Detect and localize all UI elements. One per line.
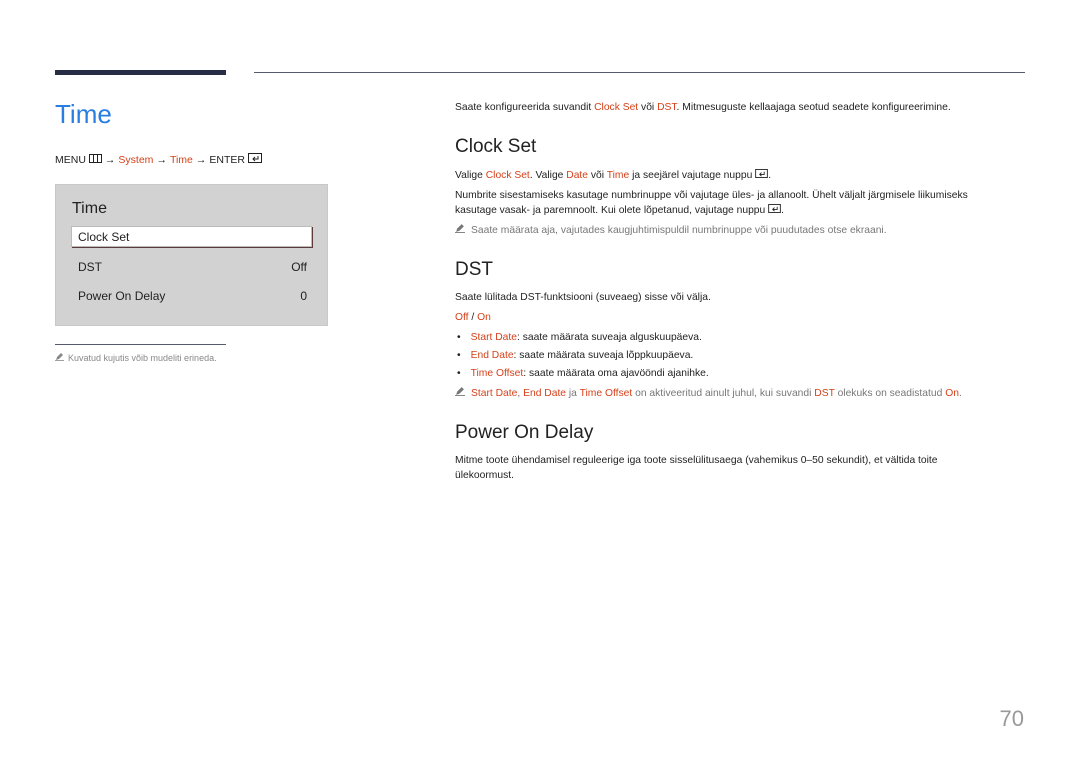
heading-clock-set: Clock Set bbox=[455, 136, 537, 157]
list-item: • Time Offset: saate määrata oma ajavöön… bbox=[457, 367, 709, 385]
note-text: Saate määrata aja, vajutades kaugjuhtimi… bbox=[471, 224, 887, 236]
bullet-icon: • bbox=[457, 368, 461, 379]
dst-bullet-list: • Start Date: saate määrata suveaja algu… bbox=[457, 331, 709, 385]
text: Saate konfigureerida suvandit bbox=[455, 102, 595, 113]
term: End Date bbox=[470, 350, 514, 361]
osd-item-dst[interactable]: DST Off bbox=[72, 256, 313, 277]
page-number: 70 bbox=[999, 706, 1024, 731]
arrow: → bbox=[156, 153, 167, 166]
separator: / bbox=[468, 312, 478, 323]
enter-icon bbox=[247, 153, 262, 166]
arrow: → bbox=[104, 153, 116, 166]
menu-path-time: Time bbox=[169, 153, 193, 166]
text: Numbrite sisestamiseks kasutage numbrinu… bbox=[455, 190, 968, 201]
menu-path-system: System bbox=[118, 153, 154, 166]
intro-paragraph: Saate konfigureerida suvandit Clock Set … bbox=[455, 101, 951, 116]
term-dst: DST bbox=[657, 102, 677, 113]
text: või bbox=[638, 102, 658, 113]
clock-set-paragraph: Numbrite sisestamiseks kasutage numbrinu… bbox=[455, 189, 1030, 218]
osd-item-clock-set[interactable]: Clock Set bbox=[71, 226, 312, 247]
text-line: kasutage vasak- ja paremnoolt. Kui olete… bbox=[455, 203, 1030, 219]
osd-item-value: 0 bbox=[300, 288, 307, 303]
header-rule bbox=[254, 72, 1025, 73]
term: Start Date bbox=[471, 387, 518, 399]
text: : saate määrata suveaja lõppkuupäeva. bbox=[513, 350, 694, 361]
text: on aktiveeritud ainult juhul, kui suvand… bbox=[632, 387, 815, 399]
osd-item-value: Off bbox=[291, 259, 307, 274]
text: ja bbox=[566, 387, 580, 399]
text: : saate määrata suveaja alguskuupäeva. bbox=[516, 332, 702, 343]
osd-title: Time bbox=[72, 200, 107, 217]
osd-menu-panel: Time Clock Set DST Off Power On Delay 0 bbox=[55, 184, 328, 326]
term-time: Time bbox=[606, 170, 630, 181]
note-text: Kuvatud kujutis võib mudeliti erineda. bbox=[68, 352, 217, 363]
term: On bbox=[945, 387, 959, 399]
power-on-delay-description: Mitme toote ühendamisel reguleerige iga … bbox=[455, 454, 1030, 483]
dst-description: Saate lülitada DST-funktsiooni (suveaeg)… bbox=[455, 292, 711, 303]
menu-label: MENU bbox=[55, 153, 86, 166]
text: . bbox=[768, 170, 772, 181]
term: DST bbox=[814, 387, 835, 399]
pencil-icon bbox=[455, 223, 465, 239]
pencil-icon bbox=[455, 386, 465, 402]
arrow: → bbox=[195, 153, 207, 166]
option-on: On bbox=[477, 312, 491, 323]
enter-icon bbox=[768, 203, 781, 216]
text: või bbox=[588, 170, 607, 181]
bullet-icon: • bbox=[457, 332, 461, 343]
text: Mitme toote ühendamisel reguleerige iga … bbox=[455, 455, 938, 466]
text: : saate määrata oma ajavööndi ajanihke. bbox=[523, 368, 709, 379]
option-off: Off bbox=[455, 312, 469, 323]
heading-power-on-delay: Power On Delay bbox=[455, 422, 594, 443]
list-item: • Start Date: saate määrata suveaja algu… bbox=[457, 331, 709, 349]
dst-note: Start Date, End Date ja Time Offset on a… bbox=[455, 386, 962, 402]
text: kasutage vasak- ja paremnoolt. Kui olete… bbox=[455, 204, 766, 216]
menu-path: MENU → System → Time → ENTER bbox=[55, 153, 262, 166]
clock-set-instruction: Valige Clock Set. Valige Date või Time j… bbox=[455, 169, 771, 184]
text: olekuks on seadistatud bbox=[834, 387, 946, 399]
enter-icon bbox=[755, 169, 769, 181]
dst-options: Off / On bbox=[455, 311, 491, 326]
note-divider bbox=[55, 344, 226, 345]
term-date: Date bbox=[566, 170, 589, 181]
header-bar-accent bbox=[55, 70, 226, 75]
text: ja seejärel vajutage nuppu bbox=[629, 170, 753, 181]
enter-label: ENTER bbox=[209, 153, 245, 166]
text: . bbox=[781, 204, 785, 216]
text: Valige bbox=[455, 170, 486, 181]
osd-item-label: Clock Set bbox=[78, 229, 130, 244]
page-title: Time bbox=[55, 99, 112, 129]
bullet-icon: • bbox=[457, 350, 461, 361]
text: . Valige bbox=[529, 170, 567, 181]
osd-item-label: DST bbox=[78, 259, 102, 274]
term: Time Offset bbox=[579, 387, 633, 399]
image-disclaimer-note: Kuvatud kujutis võib mudeliti erineda. bbox=[55, 352, 217, 363]
term-clock-set: Clock Set bbox=[485, 170, 530, 181]
clock-set-note: Saate määrata aja, vajutades kaugjuhtimi… bbox=[455, 223, 887, 239]
text: ülekoormust. bbox=[455, 469, 514, 481]
note-text: Start Date, End Date ja Time Offset on a… bbox=[471, 387, 962, 402]
list-item: • End Date: saate määrata suveaja lõppku… bbox=[457, 349, 709, 367]
term: Time Offset bbox=[470, 368, 524, 379]
osd-item-power-on-delay[interactable]: Power On Delay 0 bbox=[72, 285, 313, 306]
term: Start Date bbox=[470, 332, 517, 343]
pencil-icon bbox=[55, 352, 64, 363]
term-clock-set: Clock Set bbox=[594, 102, 639, 113]
term: End Date bbox=[523, 387, 567, 399]
heading-dst: DST bbox=[455, 259, 493, 280]
text: . Mitmesuguste kellaajaga seotud seadete… bbox=[676, 102, 951, 113]
text: . bbox=[958, 387, 962, 399]
osd-item-label: Power On Delay bbox=[78, 288, 166, 303]
menu-icon bbox=[88, 153, 102, 166]
